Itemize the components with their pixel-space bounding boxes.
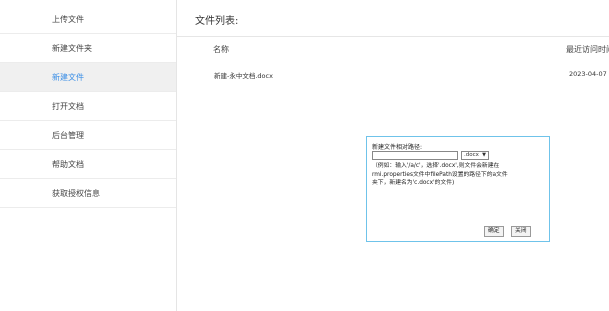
sidebar-item-open-document[interactable]: 打开文档 (0, 92, 176, 121)
hint-line-3: 夹下，新建名为'c.docx'的文件) (372, 180, 455, 186)
chevron-down-icon: ▼ (482, 152, 486, 158)
sidebar-item-admin[interactable]: 后台管理 (0, 121, 176, 150)
page-title: 文件列表: (195, 16, 239, 27)
hint-line-1: （例如：输入'/a/c'，选择'.docx',则文件会新建在 (372, 163, 500, 169)
file-row-name[interactable]: 新建-永中文档.docx (214, 70, 273, 80)
sidebar-item-new-file[interactable]: 新建文件 (0, 63, 176, 92)
path-label: 新建文件相对路径: (372, 144, 423, 151)
extension-select-value: .docx (464, 152, 479, 158)
column-header-name: 名称 (213, 45, 229, 54)
sidebar-item-help[interactable]: 帮助文档 (0, 150, 176, 179)
file-row-time: 2023-04-07 1 (569, 70, 609, 78)
path-input[interactable] (372, 151, 458, 160)
hint-text: （例如：输入'/a/c'，选择'.docx',则文件会新建在 rmi.prope… (372, 162, 544, 188)
sidebar-item-upload-file[interactable]: 上传文件 (0, 5, 176, 34)
column-header-time: 最近访问时间 (566, 45, 609, 54)
extension-select[interactable]: .docx ▼ (461, 151, 489, 160)
sidebar: 上传文件 新建文件夹 新建文件 打开文档 后台管理 帮助文档 获取授权信息 (0, 0, 177, 311)
sidebar-item-license-info[interactable]: 获取授权信息 (0, 179, 176, 208)
divider (177, 36, 609, 37)
new-file-dialog: 新建文件相对路径: .docx ▼ （例如：输入'/a/c'，选择'.docx'… (366, 136, 550, 242)
close-button[interactable]: 关闭 (511, 226, 531, 237)
hint-line-2: rmi.properties文件中filePath设置的路径下的a文件 (372, 171, 508, 178)
sidebar-item-new-folder[interactable]: 新建文件夹 (0, 34, 176, 63)
confirm-button[interactable]: 确定 (484, 226, 504, 237)
